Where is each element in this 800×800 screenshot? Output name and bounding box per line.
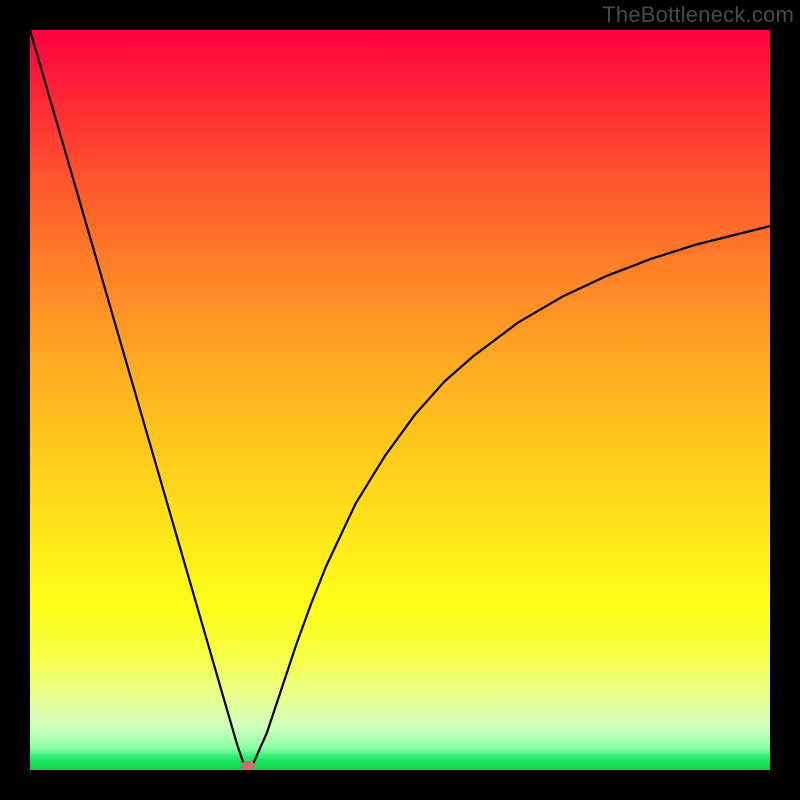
watermark-text: TheBottleneck.com [602,2,794,28]
minimum-marker [241,761,255,770]
plot-area [30,30,770,770]
chart-frame: TheBottleneck.com [0,0,800,800]
bottleneck-curve [30,30,770,770]
